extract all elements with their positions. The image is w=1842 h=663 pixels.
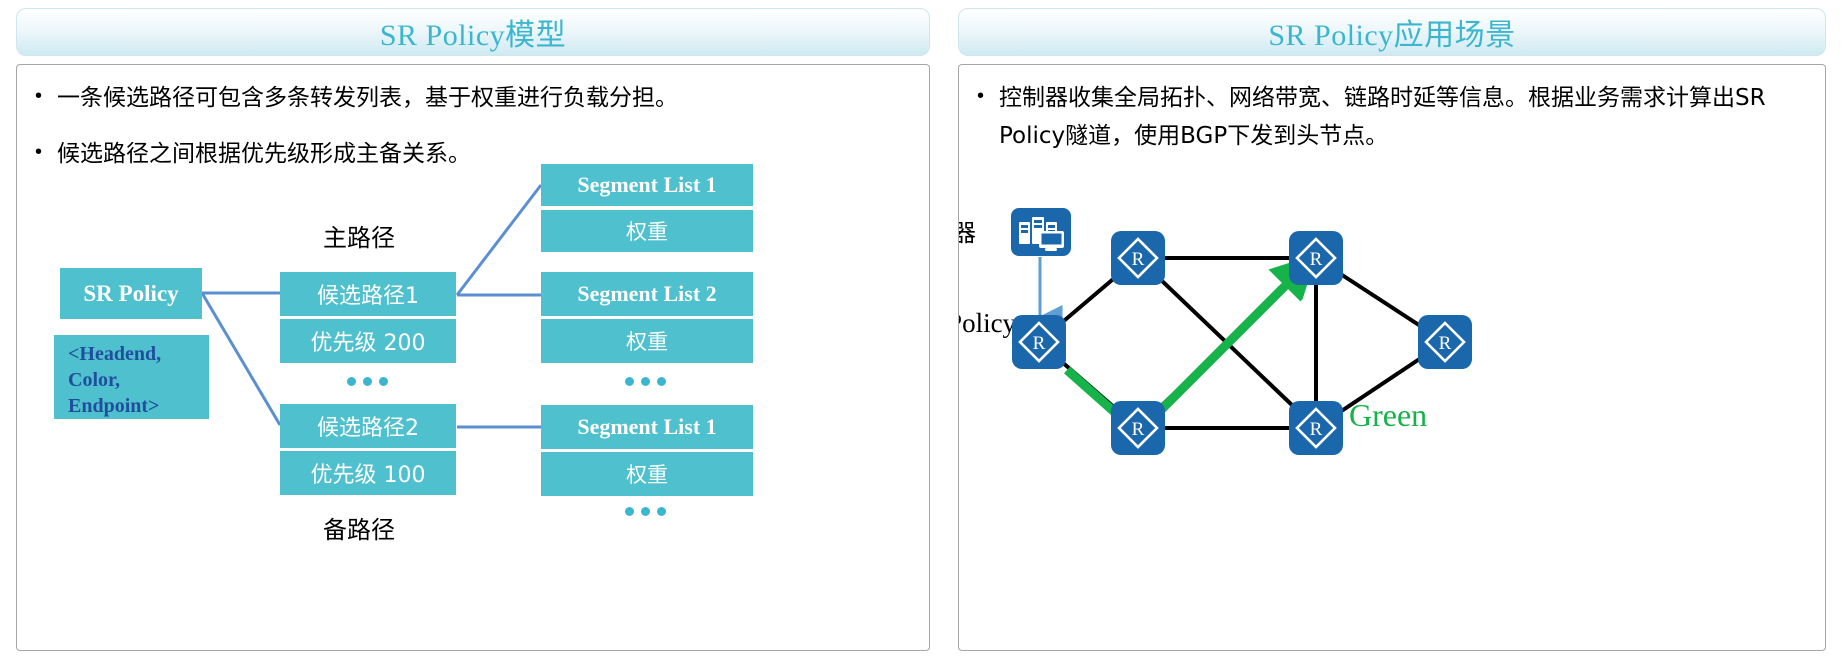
svg-text:R: R	[1310, 419, 1323, 440]
right-panel-body: • 控制器收集全局拓扑、网络带宽、链路时延等信息。根据业务需求计算出SR Pol…	[958, 64, 1826, 651]
svg-text:R: R	[1439, 333, 1452, 354]
router-node-top-left[interactable]: R	[1111, 231, 1165, 285]
svg-text:R: R	[1310, 249, 1323, 270]
segment-list-2-box[interactable]: Segment List 2	[541, 272, 753, 316]
panel-sr-policy-model: SR Policy模型 • 一条候选路径可包含多条转发列表，基于权重进行负载分担…	[8, 0, 938, 663]
segment-list-ellipsis-icon-bottom	[625, 507, 666, 516]
router-icon: R	[1117, 237, 1159, 279]
candidate-path-1-box[interactable]: 候选路径1	[280, 272, 456, 316]
segment-list-1-weight[interactable]: 权重	[541, 210, 753, 252]
router-icon: R	[1018, 321, 1060, 363]
topology-links	[1037, 65, 1447, 440]
candidate-path-1-priority[interactable]: 优先级 200	[280, 319, 456, 363]
candidate-ellipsis-icon	[347, 377, 388, 386]
svg-text:R: R	[1132, 249, 1145, 270]
controller-icon[interactable]	[1011, 208, 1071, 256]
network-topology-diagram: 控制器	[959, 65, 1825, 650]
bgp-sr-policy-label: BGP SR Policy	[959, 308, 1017, 338]
green-path-label: Green	[1349, 397, 1428, 433]
router-node-top-right[interactable]: R	[1289, 231, 1343, 285]
router-node-left[interactable]: R	[1012, 315, 1066, 369]
controller-label: 控制器	[959, 213, 976, 248]
router-icon: R	[1295, 237, 1337, 279]
router-node-right[interactable]: R	[1418, 315, 1472, 369]
router-icon: R	[1295, 407, 1337, 449]
candidate-path-2-box[interactable]: 候选路径2	[280, 404, 456, 448]
router-node-bottom-left[interactable]: R	[1111, 401, 1165, 455]
router-icon: R	[1117, 407, 1159, 449]
right-panel-header: SR Policy应用场景	[958, 8, 1826, 56]
svg-text:R: R	[1033, 333, 1046, 354]
right-panel-title: SR Policy应用场景	[1268, 19, 1516, 52]
left-panel-header: SR Policy模型	[16, 8, 930, 56]
svg-text:R: R	[1132, 419, 1145, 440]
tuple-line-endpoint: Endpoint>	[68, 395, 160, 417]
segment-list-1-box[interactable]: Segment List 1	[541, 164, 753, 206]
tuple-line-headend: <Headend,	[68, 343, 162, 365]
segment-list-2-weight[interactable]: 权重	[541, 319, 753, 363]
sr-policy-box[interactable]: SR Policy	[60, 268, 202, 319]
router-icon: R	[1424, 321, 1466, 363]
panel-sr-policy-scenario: SR Policy应用场景 • 控制器收集全局拓扑、网络带宽、链路时延等信息。根…	[950, 0, 1834, 663]
left-panel-body: • 一条候选路径可包含多条转发列表，基于权重进行负载分担。 • 候选路径之间根据…	[16, 64, 930, 651]
segment-list-ellipsis-icon-top	[625, 377, 666, 386]
sr-policy-model-diagram: 主路径 备路径 SR Policy <Headend, Color, Endpo…	[17, 65, 929, 650]
router-node-bottom-right[interactable]: R	[1289, 401, 1343, 455]
slide-canvas: SR Policy模型 • 一条候选路径可包含多条转发列表，基于权重进行负载分担…	[0, 0, 1842, 663]
backup-path-label: 备路径	[323, 516, 395, 544]
segment-list-3-weight[interactable]: 权重	[541, 452, 753, 496]
candidate-path-2-priority[interactable]: 优先级 100	[280, 451, 456, 495]
primary-path-label: 主路径	[323, 224, 395, 252]
server-monitor-icon	[1019, 217, 1064, 251]
tuple-line-color: Color,	[68, 369, 121, 391]
left-panel-title: SR Policy模型	[379, 19, 567, 52]
sr-policy-tuple-box[interactable]: <Headend, Color, Endpoint>	[54, 335, 209, 419]
segment-list-3-box[interactable]: Segment List 1	[541, 405, 753, 449]
